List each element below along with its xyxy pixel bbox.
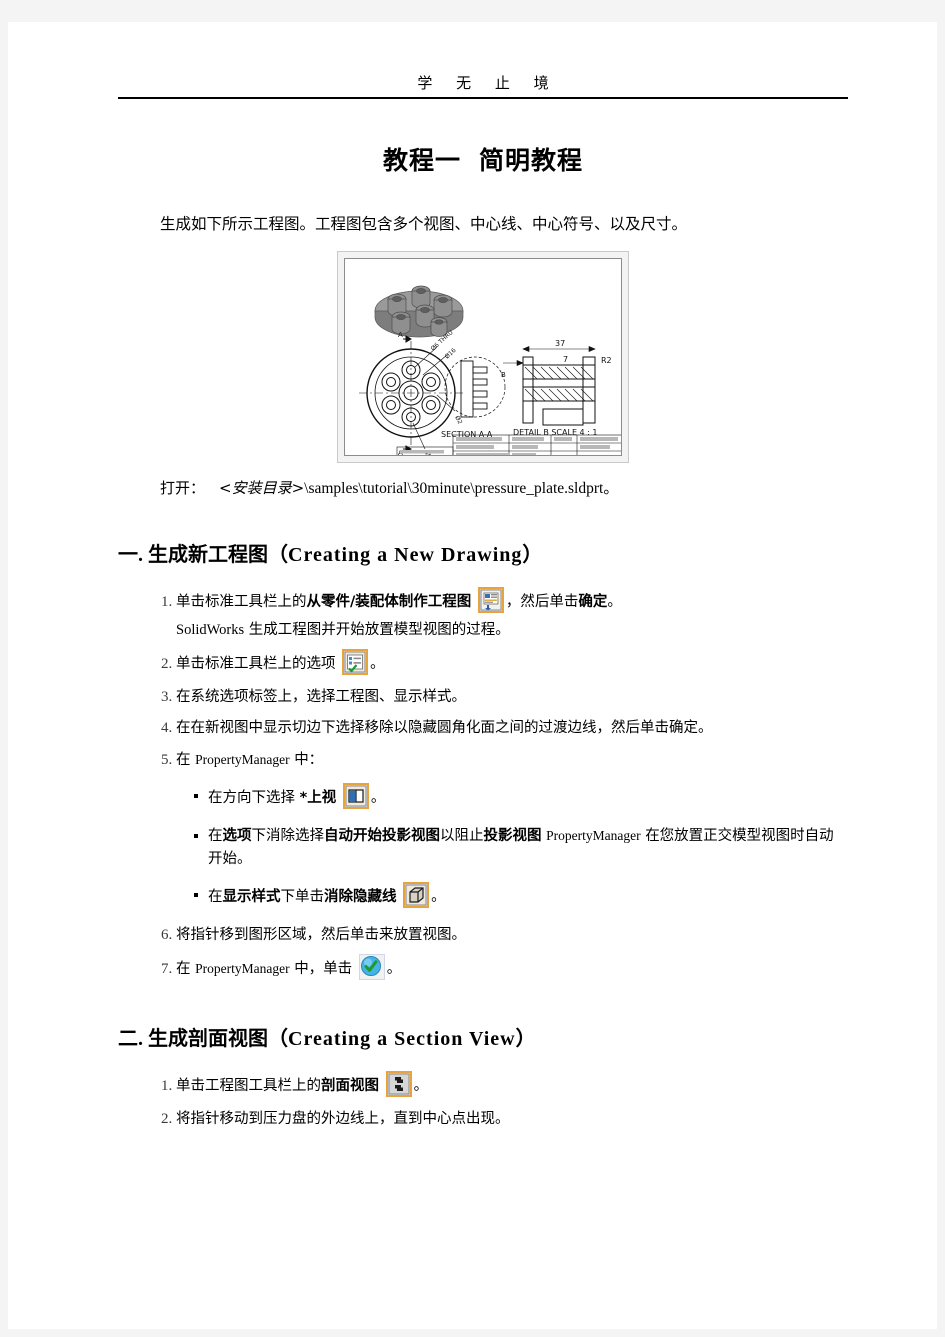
options-icon[interactable] xyxy=(342,648,369,675)
section-heading-1: 一. 生成新工程图（Creating a New Drawing） xyxy=(118,538,848,567)
bullet-2-text-a: 在 xyxy=(208,828,223,845)
intro-paragraph: 生成如下所示工程图。工程图包含多个视图、中心线、中心符号、以及尺寸。 xyxy=(160,215,688,233)
step-1-1-text-a: 单击标准工具栏上的 xyxy=(176,594,307,611)
step-1-3: 在系统选项标签上，选择工程图、显示样式。 xyxy=(176,686,848,708)
detail-label: DETAIL B SCALE 4 : 1 xyxy=(513,428,598,437)
step-1-1: 单击标准工具栏上的从零件/装配体制作工程图 ，然后单击确定。 SolidWo xyxy=(176,587,848,641)
make-drawing-from-part-icon[interactable] xyxy=(477,587,504,614)
hidden-lines-removed-icon[interactable] xyxy=(403,882,430,909)
title-prefix: 教程一 xyxy=(382,148,461,175)
section-heading-2: 二. 生成剖面视图（Creating a Section View） xyxy=(118,1022,848,1051)
section-1-close-paren: ） xyxy=(522,544,543,567)
section-2-en: Creating a Section View xyxy=(288,1027,516,1050)
header-rule xyxy=(118,97,848,99)
step-1-1-confirm: 确定 xyxy=(578,594,608,611)
step-2-1-text-a: 单击工程图工具栏上的 xyxy=(176,1077,321,1094)
top-view-icon[interactable] xyxy=(342,783,369,810)
step-1-2-period: 。 xyxy=(370,655,385,672)
step-1-5: 在 PropertyManager 中： 在方向下选择 *上视 xyxy=(176,749,848,910)
step-1-2: 单击标准工具栏上的选项 。 xyxy=(176,648,848,677)
engineering-drawing-image: A A Ø6 THRU Ø16 Ø2 Ø12 xyxy=(344,258,622,457)
step-2-2: 将指针移动到压力盘的外边线上，直到中心点出现。 xyxy=(176,1108,848,1130)
step-1-1-period: 。 xyxy=(607,594,622,611)
step-1-4: 在在新视图中显示切边下选择移除以隐藏圆角化面之间的过渡边线，然后单击确定。 xyxy=(176,717,848,739)
page-title: 教程一 简明教程 xyxy=(118,141,848,177)
section-2-steps: 单击工程图工具栏上的剖面视图 。 将指针移动到压力盘的外边线上，直到中心点出现。 xyxy=(118,1070,848,1130)
step-1-5-bullets: 在方向下选择 *上视 。 在选项下消除选择自动开始投影视图以阻止投影视图 Pro… xyxy=(176,783,848,910)
step-1-5-text-b: 中： xyxy=(294,751,324,768)
bullet-2-property-manager: PropertyManager xyxy=(546,828,641,844)
step-1-1-note-cn: 生成工程图并开始放置模型视图的过程。 xyxy=(248,622,510,639)
bullet-2-text-c: 下消除选择 xyxy=(251,828,325,845)
bullet-1-top-view: *上视 xyxy=(299,790,337,807)
step-1-5-text-a: 在 xyxy=(176,751,191,768)
bullet-options: 在选项下消除选择自动开始投影视图以阻止投影视图 PropertyManager … xyxy=(194,825,848,870)
install-dir-placeholder: <安装目录> xyxy=(219,479,305,498)
bullet-3-kw-hidden-removed: 消除隐藏线 xyxy=(324,889,397,906)
section-1-en: Creating a New Drawing xyxy=(288,544,523,567)
solidworks-name: SolidWorks xyxy=(176,622,245,639)
document-page: 学 无 止 境 教程一 简明教程 生成如下所示工程图。工程图包含多个视图、中心线、… xyxy=(8,22,937,1329)
section-view-icon[interactable] xyxy=(385,1070,412,1097)
property-manager-label: PropertyManager xyxy=(195,751,290,767)
ok-check-icon[interactable] xyxy=(358,953,385,980)
step-1-7-property-manager: PropertyManager xyxy=(195,960,290,976)
step-1-2-text: 单击标准工具栏上的选项 xyxy=(176,655,336,672)
bullet-display-style: 在显示样式下单击消除隐藏线 。 xyxy=(194,882,848,910)
section-1-cn: 生成新工程图 xyxy=(148,544,268,567)
step-2-1-period: 。 xyxy=(413,1077,429,1094)
bullet-1-period: 。 xyxy=(370,790,386,807)
section-1-number: 一. xyxy=(118,544,143,567)
section-2-number: 二. xyxy=(118,1027,143,1050)
path-period: 。 xyxy=(603,479,619,498)
section-2-cn: 生成剖面视图 xyxy=(148,1027,268,1050)
bullet-3-kw-display-style: 显示样式 xyxy=(222,889,281,906)
section-1-steps: 单击标准工具栏上的从零件/装配体制作工程图 ，然后单击确定。 SolidWo xyxy=(118,587,848,982)
dim-37: 37 xyxy=(555,339,565,348)
step-1-7-text-a: 在 xyxy=(176,960,191,977)
bullet-1-text-a: 在方向下选择 xyxy=(208,790,300,807)
figure-frame: A A Ø6 THRU Ø16 Ø2 Ø12 xyxy=(337,251,629,464)
step-1-1-text-c: ，然后单击 xyxy=(505,594,579,611)
file-path: \samples\tutorial\30minute\pressure_plat… xyxy=(304,480,604,498)
bullet-2-kw-auto-start: 自动开始投影视图 xyxy=(324,828,440,845)
bullet-2-kw-projected: 投影视图 xyxy=(483,828,542,845)
section-2-open-paren: （ xyxy=(268,1027,288,1050)
mark-a-top: A xyxy=(398,331,403,339)
dim-r2: R2 xyxy=(601,356,612,365)
bullet-3-text-a: 在 xyxy=(208,889,223,906)
mark-b: B xyxy=(501,371,506,379)
section-2-close-paren: ） xyxy=(515,1027,536,1050)
step-1-1-note: SolidWorks 生成工程图并开始放置模型视图的过程。 xyxy=(176,619,848,641)
bullet-2-kw-options: 选项 xyxy=(222,828,252,845)
bullet-orientation: 在方向下选择 *上视 。 xyxy=(194,783,848,811)
step-1-7-period: 。 xyxy=(386,960,402,977)
open-file-line: 打开： <安装目录>\samples\tutorial\30minute\pres… xyxy=(160,477,848,498)
title-main: 简明教程 xyxy=(479,148,584,175)
step-1-7: 在 PropertyManager 中，单击 。 xyxy=(176,953,848,982)
document-content: 学 无 止 境 教程一 简明教程 生成如下所示工程图。工程图包含多个视图、中心线、… xyxy=(118,72,848,1139)
bullet-2-text-e: 以阻止 xyxy=(440,828,484,845)
dim-7: 7 xyxy=(563,355,568,364)
step-1-6: 将指针移到图形区域，然后单击来放置视图。 xyxy=(176,924,848,946)
section-1-open-paren: （ xyxy=(268,544,288,567)
drawing-svg: A A Ø6 THRU Ø16 Ø2 Ø12 xyxy=(345,259,621,456)
open-label: 打开： xyxy=(160,479,206,498)
step-1-7-text-b: 中，单击 xyxy=(294,960,353,977)
running-header: 学 无 止 境 xyxy=(417,76,559,92)
bullet-3-text-c: 下单击 xyxy=(280,889,325,906)
bullet-3-period: 。 xyxy=(431,889,446,906)
step-2-1-keyword: 剖面视图 xyxy=(321,1077,379,1094)
step-2-1: 单击工程图工具栏上的剖面视图 。 xyxy=(176,1070,848,1099)
figure-block: A A Ø6 THRU Ø16 Ø2 Ø12 xyxy=(118,251,848,464)
step-1-1-keyword: 从零件/装配体制作工程图 xyxy=(306,594,472,611)
